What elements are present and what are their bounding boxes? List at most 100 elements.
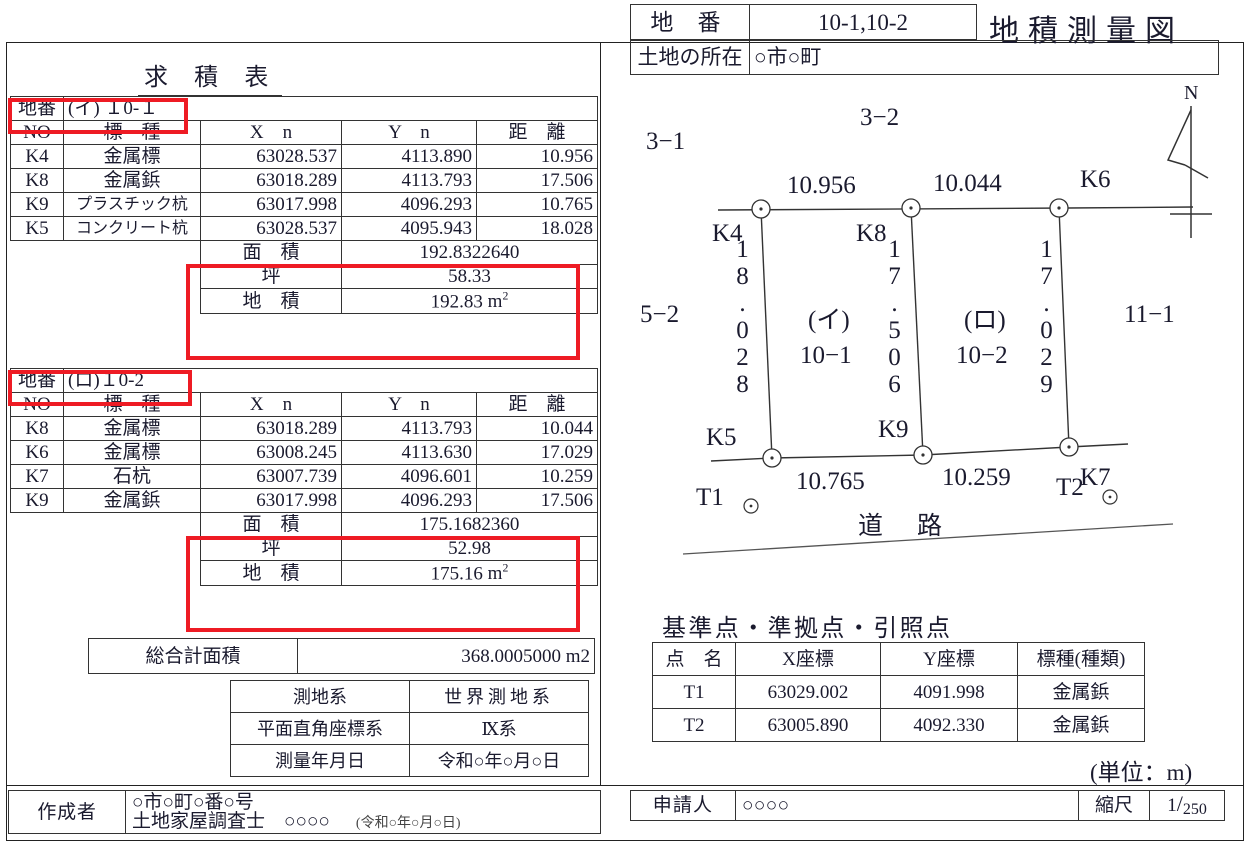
spacer xyxy=(11,241,64,265)
table-row: K9 プラスチック杭 63017.998 4096.293 10.765 xyxy=(10,192,598,217)
neighbor-label-3-1: 3−1 xyxy=(646,128,686,155)
cell-no: K7 xyxy=(10,464,64,489)
chiban-label-b: 地番 xyxy=(10,368,64,393)
sokuchikei-value: 世界測地系 xyxy=(409,680,589,713)
scale-label: 縮尺 xyxy=(1078,790,1150,821)
cell-xn: 63018.289 xyxy=(200,416,342,441)
cell-hyoshu: コンクリート杭 xyxy=(63,216,201,241)
summary-row-chiseki-b: 地 積 175.16 m2 xyxy=(11,559,598,587)
page-bottom-rule xyxy=(6,785,1244,786)
cell-distance: 10.956 xyxy=(476,144,598,169)
table-row: T2 63005.890 4092.330 金属鋲 xyxy=(652,708,1145,742)
col-header-y: Y座標 xyxy=(880,642,1018,676)
total-area-label: 総合計面積 xyxy=(88,638,298,674)
spacer xyxy=(64,265,201,289)
summary-label: 地 積 xyxy=(200,559,342,587)
author-block: 作成者 ○市○町○番○号 土地家屋調査士 ○○○○ (令和○年○月○日) xyxy=(8,790,601,834)
summary-number: 192.83 xyxy=(430,291,483,313)
parcel-mark-i: (イ) xyxy=(808,307,850,334)
scale-numerator: 1 xyxy=(1167,795,1177,816)
table-row-chiban: 地番 (イ) １0-１ xyxy=(10,96,598,121)
summary-row-chiseki-a: 地 積 192.83 m2 xyxy=(11,287,598,315)
edge-length-bottom-right: 10.259 xyxy=(942,464,1011,491)
heimen-value: Ⅸ系 xyxy=(409,712,589,745)
cell-distance: 17.506 xyxy=(476,168,598,193)
table-row: 総合計面積 368.0005000 m2 xyxy=(88,638,595,674)
col-header-distance-b: 距 離 xyxy=(476,392,598,417)
cell-y: 4092.330 xyxy=(880,708,1018,742)
point-dot-K5 xyxy=(770,456,774,460)
point-dot-T1 xyxy=(749,504,753,508)
edge-length-left: 18.028 xyxy=(729,236,756,398)
cell-yn: 4113.793 xyxy=(341,168,477,193)
cell-x: 63005.890 xyxy=(735,708,881,742)
header-location-table: 土地の所在 ○市○町 xyxy=(630,40,1219,75)
cell-yn: 4096.293 xyxy=(341,488,477,513)
summary-value: 175.1682360 xyxy=(341,512,598,537)
cell-no: K4 xyxy=(10,144,64,169)
edge-length-middle: 17.506 xyxy=(881,236,908,398)
applicant-block: 申請人 ○○○○ 縮尺 1/250 xyxy=(630,790,1225,821)
coordinate-system-table: 測地系 世界測地系 平面直角座標系 Ⅸ系 測量年月日 令和○年○月○日 xyxy=(230,680,589,777)
cell-hyoshu: 金属標 xyxy=(63,440,201,465)
cell-kind: 金属鋲 xyxy=(1017,675,1145,709)
col-header-xn-a: X n xyxy=(200,120,342,145)
cell-no: K8 xyxy=(10,168,64,193)
total-area-value: 368.0005000 m2 xyxy=(297,638,595,674)
parcel-chiban-ro: 10−2 xyxy=(956,342,1008,369)
cell-xn: 63008.245 xyxy=(200,440,342,465)
cell-no: K9 xyxy=(10,488,64,513)
cell-distance: 17.029 xyxy=(476,440,598,465)
scale-denominator: 250 xyxy=(1182,801,1207,818)
page-vertical-divider xyxy=(600,42,601,785)
summary-label: 坪 xyxy=(200,264,342,289)
neighbor-label-11-1: 11−1 xyxy=(1124,301,1175,328)
cell-yn: 4113.890 xyxy=(341,144,477,169)
cell-hyoshu: 金属鋲 xyxy=(63,488,201,513)
cell-no: K9 xyxy=(10,192,64,217)
table-row: T1 63029.002 4091.998 金属鋲 xyxy=(652,675,1145,709)
summary-value: 192.8322640 xyxy=(341,240,598,265)
point-label-K4: K4 xyxy=(712,220,743,247)
parcel-boundary-lines xyxy=(710,206,1194,462)
spacer xyxy=(11,561,64,586)
summary-label: 面 積 xyxy=(200,512,342,537)
summary-row-menseki-b: 面 積 175.1682360 xyxy=(11,512,598,537)
parcel-chiban-i: 10−1 xyxy=(800,342,852,369)
parcel-mark-ro: (ロ) xyxy=(964,307,1006,334)
cell-kind: 金属鋲 xyxy=(1017,708,1145,742)
table-row: K8 金属鋲 63018.289 4113.793 17.506 xyxy=(10,168,598,193)
cell-xn: 63017.998 xyxy=(200,192,342,217)
cell-yn: 4096.601 xyxy=(341,464,477,489)
cell-x: 63029.002 xyxy=(735,675,881,709)
survey-diagram: 3−1 3−2 5−2 11−1 10.956 10.044 18.028 17… xyxy=(628,82,1243,606)
cell-hyoshu: 金属鋲 xyxy=(63,168,201,193)
cell-xn: 63028.537 xyxy=(200,216,342,241)
cell-hyoshu: プラスチック杭 xyxy=(63,192,201,217)
chiban-value-a: (イ) １0-１ xyxy=(63,96,598,121)
summary-label: 面 積 xyxy=(200,240,342,265)
table-row: 土地の所在 ○市○町 xyxy=(630,40,1219,75)
survey-date-value: 令和○年○月○日 xyxy=(409,744,589,777)
spacer xyxy=(64,241,201,265)
summary-value: 58.33 xyxy=(341,264,598,289)
table-row: 測地系 世界測地系 xyxy=(230,680,589,713)
table-header-row-b: NO 標 種 X n Y n 距 離 xyxy=(10,392,598,417)
table-header-row: 点 名 X座標 Y座標 標種(種類) xyxy=(652,642,1145,676)
point-label-K5: K5 xyxy=(706,424,737,451)
table-row: K9 金属鋲 63017.998 4096.293 17.506 xyxy=(10,488,598,513)
road-label: 道 路 xyxy=(858,513,947,540)
survey-date-label: 測量年月日 xyxy=(230,744,410,777)
col-header-yn-a: Y n xyxy=(341,120,477,145)
summary-value: 175.16 m2 xyxy=(341,559,598,587)
col-header-kind: 標種(種類) xyxy=(1017,642,1145,676)
summary-row-tsubo-a: 坪 58.33 xyxy=(11,264,598,289)
table-header-row-a: NO 標 種 X n Y n 距 離 xyxy=(10,120,598,145)
edge-right-K6-K7 xyxy=(1058,207,1070,448)
location-value: ○市○町 xyxy=(749,40,1219,75)
unit-m2: m2 xyxy=(487,290,509,313)
scale-value: 1/250 xyxy=(1149,790,1225,821)
applicant-label: 申請人 xyxy=(630,790,736,821)
col-header-yn-b: Y n xyxy=(341,392,477,417)
point-label-K8: K8 xyxy=(856,220,887,247)
